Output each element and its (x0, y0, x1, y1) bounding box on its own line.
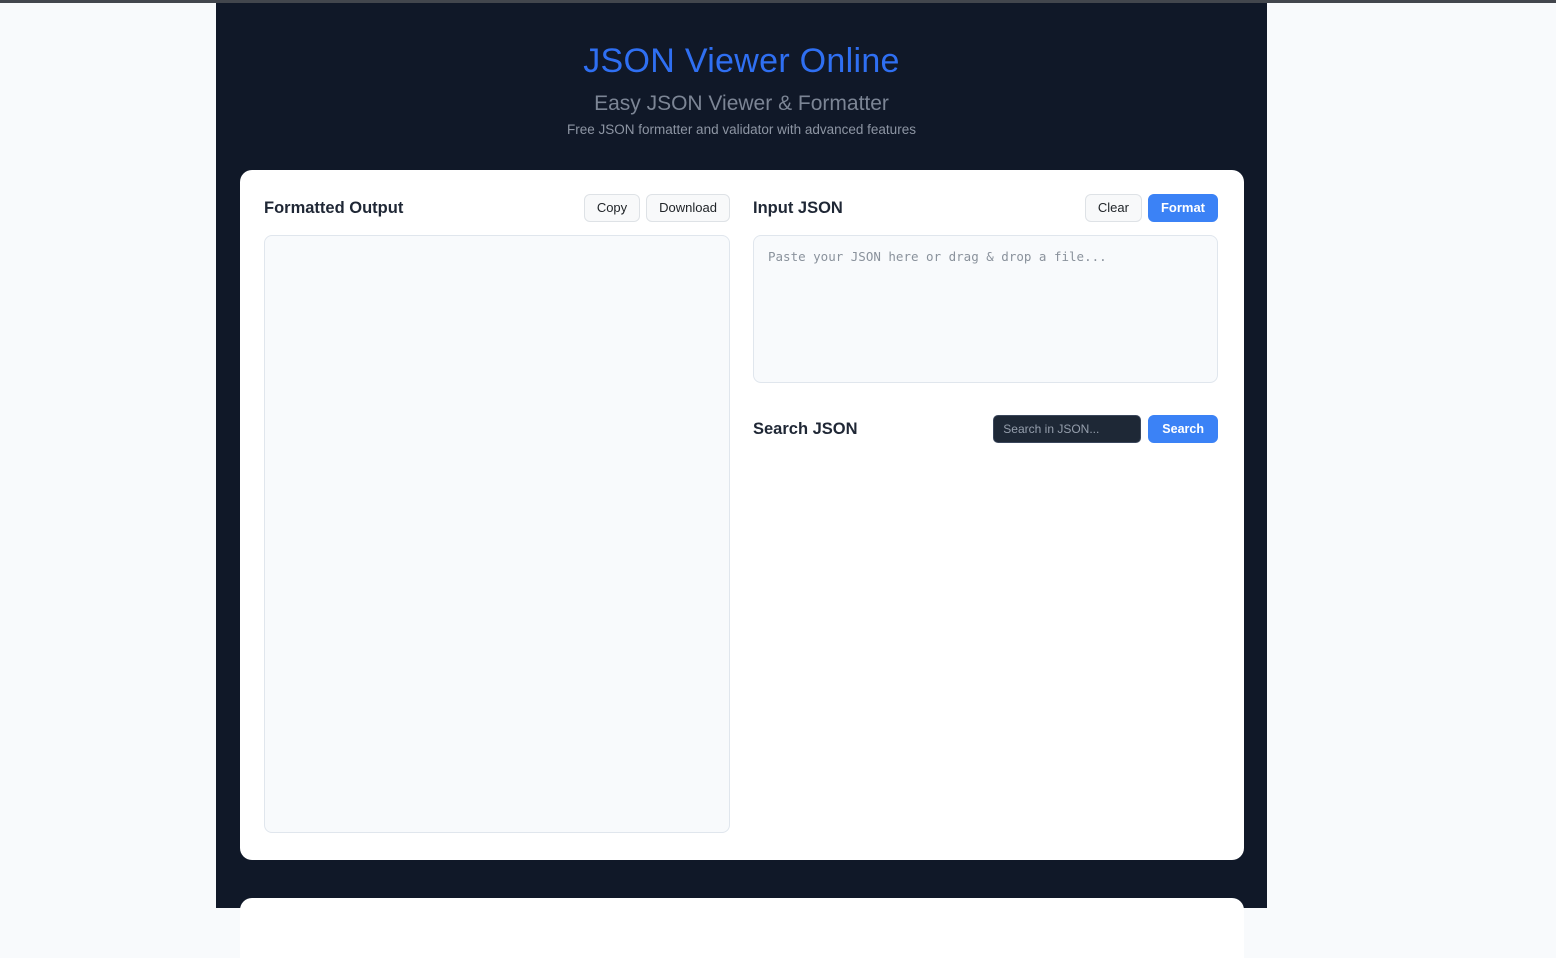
search-controls: Search (993, 415, 1218, 443)
page-header: JSON Viewer Online Easy JSON Viewer & Fo… (216, 0, 1267, 138)
search-json-row: Search JSON Search (753, 415, 1218, 443)
input-json-header: Input JSON Clear Format (753, 194, 1218, 222)
main-card: Formatted Output Copy Download Input JSO… (240, 170, 1244, 860)
page-subtitle: Easy JSON Viewer & Formatter (594, 92, 889, 115)
formatted-output-header: Formatted Output Copy Download (264, 194, 730, 222)
formatted-output-heading: Formatted Output (264, 198, 404, 217)
download-button[interactable]: Download (646, 194, 730, 222)
input-json-heading: Input JSON (753, 198, 843, 217)
input-actions: Clear Format (1084, 194, 1218, 222)
window-top-edge (0, 0, 1556, 3)
output-actions: Copy Download (583, 194, 730, 222)
app-background: JSON Viewer Online Easy JSON Viewer & Fo… (216, 0, 1267, 958)
formatted-output-panel: Formatted Output Copy Download (264, 194, 730, 836)
format-button[interactable]: Format (1147, 194, 1218, 222)
search-json-heading: Search JSON (753, 419, 858, 438)
search-button[interactable]: Search (1148, 415, 1218, 443)
page-title: JSON Viewer Online (583, 42, 900, 80)
page-tagline: Free JSON formatter and validator with a… (567, 122, 916, 137)
secondary-card (240, 898, 1244, 958)
json-input-textarea[interactable] (753, 235, 1218, 383)
formatted-output-area (264, 235, 730, 833)
search-input[interactable] (993, 415, 1142, 443)
clear-button[interactable]: Clear (1084, 194, 1142, 222)
copy-button[interactable]: Copy (583, 194, 641, 222)
input-json-panel: Input JSON Clear Format Search JSON Sear… (753, 194, 1218, 836)
